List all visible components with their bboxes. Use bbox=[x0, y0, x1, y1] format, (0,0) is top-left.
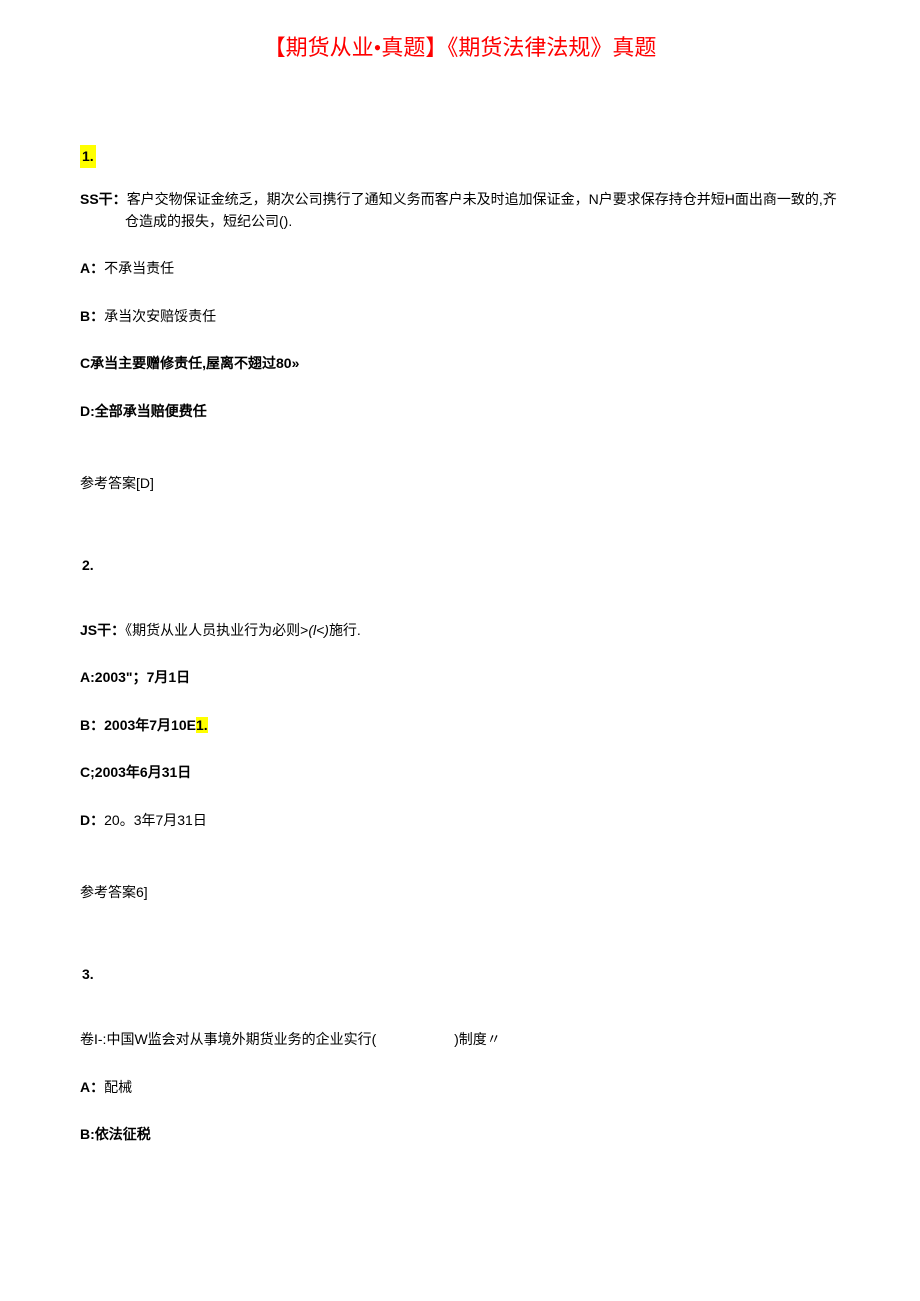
question-number: 3. bbox=[80, 963, 840, 1005]
answer: 参考答案[D] bbox=[80, 472, 840, 494]
question-3: 3. 卷I-:中国W监会对从事境外期货业务的企业实行( )制度〃 A：配械 B:… bbox=[80, 963, 840, 1145]
option-c: C承当主要赠修责任,屋离不翅过80» bbox=[80, 352, 840, 374]
option-c: C;2003年6月31日 bbox=[80, 761, 840, 783]
question-stem: JS干：《期货从业人员执业行为必则>(l<)施行. bbox=[80, 619, 840, 641]
question-stem: 卷I-:中国W监会对从事境外期货业务的企业实行( )制度〃 bbox=[80, 1028, 840, 1050]
question-stem: SS干：客户交物保证金统乏，期次公司携行了通知义务而客户未及时追加保证金，N户要… bbox=[125, 188, 840, 233]
option-a: A：不承当责任 bbox=[80, 257, 840, 279]
question-number: 1. bbox=[80, 145, 840, 187]
option-d: D:全部承当赔便费任 bbox=[80, 400, 840, 422]
option-d: D：20。3年7月31日 bbox=[80, 809, 840, 831]
question-2: 2. JS干：《期货从业人员执业行为必则>(l<)施行. A:2003"；7月1… bbox=[80, 554, 840, 903]
option-b: B：2003年7月10E1. bbox=[80, 714, 840, 736]
page-title: 【期货从业•真题】《期货法律法规》真题 bbox=[80, 30, 840, 65]
answer: 参考答案6] bbox=[80, 881, 840, 903]
option-b: B：承当次安赔馁责任 bbox=[80, 305, 840, 327]
question-number: 2. bbox=[80, 554, 840, 596]
question-1: 1. SS干：客户交物保证金统乏，期次公司携行了通知义务而客户未及时追加保证金，… bbox=[80, 145, 840, 494]
option-a: A：配械 bbox=[80, 1076, 840, 1098]
option-b: B:依法征税 bbox=[80, 1123, 840, 1145]
option-a: A:2003"；7月1日 bbox=[80, 666, 840, 688]
